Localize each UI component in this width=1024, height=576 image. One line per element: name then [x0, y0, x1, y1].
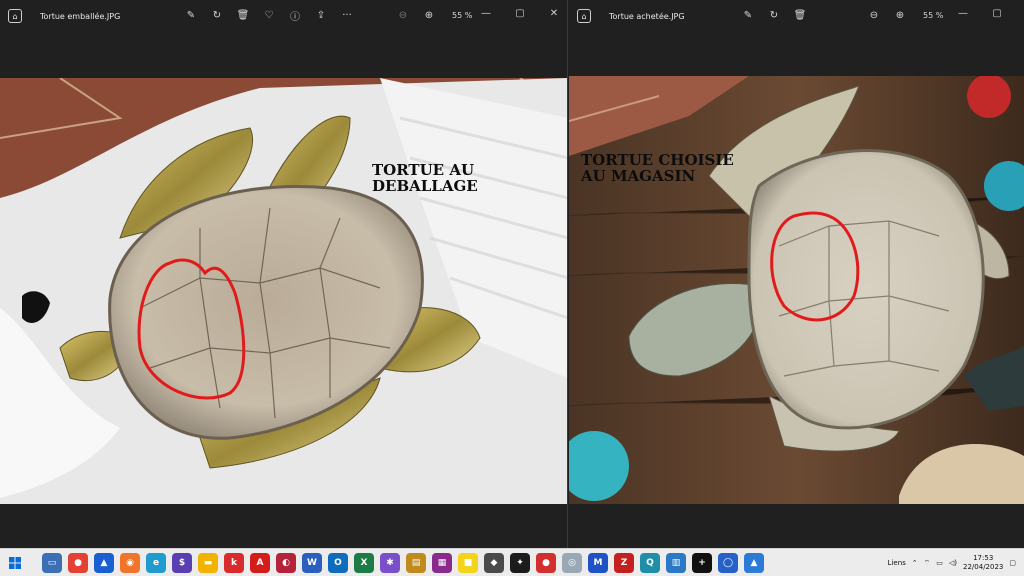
- photos-app-icon: ⌂: [8, 9, 22, 23]
- rotate-icon[interactable]: ↻: [767, 8, 781, 22]
- outlook-icon[interactable]: O: [328, 552, 348, 573]
- delete-icon[interactable]: 🗑: [236, 8, 250, 22]
- edit-icon[interactable]: ✎: [741, 8, 755, 22]
- maximize-icon[interactable]: ▢: [513, 6, 527, 20]
- zoom-in-icon[interactable]: ⊕: [422, 8, 436, 22]
- search-app-icon[interactable]: Q: [640, 552, 660, 573]
- more-icon[interactable]: ···: [340, 8, 354, 22]
- app2-icon[interactable]: ◆: [484, 552, 504, 573]
- volume-icon[interactable]: ◁): [949, 559, 957, 567]
- notification-icon[interactable]: ▢: [1009, 559, 1016, 567]
- notes-icon[interactable]: ▤: [406, 552, 426, 573]
- zoom-level[interactable]: 55 %: [452, 11, 472, 20]
- turtle-photo-left: [0, 78, 567, 504]
- share-icon[interactable]: ⇪: [314, 8, 328, 22]
- photos-icon[interactable]: ▲: [744, 552, 764, 573]
- battery-icon[interactable]: ▭: [936, 559, 943, 567]
- photo-right[interactable]: TORTUE CHOISIE AU MAGASIN: [569, 76, 1024, 504]
- photo-left[interactable]: TORTUE AU DEBALLAGE: [0, 78, 567, 504]
- clock-date: 22/04/2023: [963, 563, 1004, 571]
- system-tray: Liens ⌃ ⌔ ▭ ◁) 17:53 22/04/2023 ▢: [888, 549, 1016, 576]
- window-title: Tortue achetée.JPG: [609, 11, 685, 21]
- photos-app-icon: ⌂: [577, 9, 591, 23]
- app3-icon[interactable]: ◎: [562, 552, 582, 573]
- grid-app-icon[interactable]: ▦: [432, 552, 452, 573]
- title-bar[interactable]: ⌂ Tortue emballée.JPG ✎ ↻ 🗑 ♡ ⓘ ⇪ ··· ⊖ …: [0, 0, 567, 32]
- zoom-out-icon[interactable]: ⊖: [396, 8, 410, 22]
- clock[interactable]: 17:53 22/04/2023: [963, 554, 1003, 572]
- zoom-in-icon[interactable]: ⊕: [893, 8, 907, 22]
- maximize-icon[interactable]: ▢: [990, 6, 1004, 20]
- calculator-icon[interactable]: ▥: [666, 552, 686, 573]
- kobo-icon[interactable]: k: [224, 552, 244, 573]
- pinned-apps: ▭ ● ▲ ◉ e $ ▬ k A ◐ W O X ✱ ▤ ▦ ■ ◆ ✦ ● ◎ M Z Q ▥ + ◯ ▲: [42, 552, 764, 573]
- taskbar: ▭ ● ▲ ◉ e $ ▬ k A ◐ W O X ✱ ▤ ▦ ■ ◆ ✦ ● ◎ M Z Q ▥ + ◯ ▲ Liens ⌃ ⌔ ▭…: [0, 548, 1024, 576]
- windows-logo-icon: [9, 556, 21, 569]
- zoom-controls: ⊖ ⊕ 55 %: [396, 8, 473, 22]
- photos-window-left[interactable]: ⌂ Tortue emballée.JPG ✎ ↻ 🗑 ♡ ⓘ ⇪ ··· ⊖ …: [0, 0, 568, 548]
- window-controls: — ▢: [956, 6, 1004, 20]
- window-title: Tortue emballée.JPG: [40, 11, 121, 21]
- firefox-icon[interactable]: ◉: [120, 552, 140, 573]
- photos-window-right[interactable]: ⌂ Tortue achetée.JPG ✎ ↻ 🗑 ⊖ ⊕ 55 % — ▢: [569, 0, 1024, 548]
- photo-caption: TORTUE AU DEBALLAGE: [372, 161, 478, 195]
- zoom-out-icon[interactable]: ⊖: [867, 8, 881, 22]
- photo-caption: TORTUE CHOISIE AU MAGASIN: [581, 151, 734, 185]
- filezilla-icon[interactable]: Z: [614, 552, 634, 573]
- minimize-icon[interactable]: —: [479, 6, 493, 20]
- chrome-icon[interactable]: ●: [68, 552, 88, 573]
- zoom-level[interactable]: 55 %: [923, 11, 943, 20]
- sticky-notes-icon[interactable]: ■: [458, 552, 478, 573]
- game-icon[interactable]: ✦: [510, 552, 530, 573]
- money-icon[interactable]: $: [172, 552, 192, 573]
- plus-app-icon[interactable]: +: [692, 552, 712, 573]
- network-icon[interactable]: ⌔: [924, 559, 931, 568]
- acrobat-icon[interactable]: A: [250, 552, 270, 573]
- show-hidden-icons-icon[interactable]: ⌃: [912, 559, 918, 567]
- title-bar[interactable]: ⌂ Tortue achetée.JPG ✎ ↻ 🗑 ⊖ ⊕ 55 % — ▢: [569, 0, 1024, 32]
- start-button[interactable]: [0, 549, 30, 576]
- info-icon[interactable]: ⓘ: [288, 8, 302, 23]
- rotate-icon[interactable]: ↻: [210, 8, 224, 22]
- desktop: ⌂ Tortue emballée.JPG ✎ ↻ 🗑 ♡ ⓘ ⇪ ··· ⊖ …: [0, 0, 1024, 576]
- delete-icon[interactable]: 🗑: [793, 8, 807, 22]
- toolbar: ✎ ↻ 🗑 ♡ ⓘ ⇪ ···: [184, 8, 354, 23]
- turtle-photo-right: [569, 76, 1024, 504]
- app-icon[interactable]: ◐: [276, 552, 296, 573]
- toolbar: ✎ ↻ 🗑: [741, 8, 807, 22]
- window-controls: — ▢ ✕: [479, 6, 561, 20]
- zoom-controls: ⊖ ⊕ 55 %: [867, 8, 944, 22]
- puzzle-icon[interactable]: ✱: [380, 552, 400, 573]
- task-view-icon[interactable]: ▭: [42, 552, 62, 573]
- excel-icon[interactable]: X: [354, 552, 374, 573]
- circle-app-icon[interactable]: ◯: [718, 552, 738, 573]
- record-icon[interactable]: ●: [536, 552, 556, 573]
- edit-icon[interactable]: ✎: [184, 8, 198, 22]
- minimize-icon[interactable]: —: [956, 6, 970, 20]
- clock-time: 17:53: [973, 554, 994, 562]
- word-icon[interactable]: W: [302, 552, 322, 573]
- file-explorer-icon[interactable]: ▬: [198, 552, 218, 573]
- edge-icon[interactable]: e: [146, 552, 166, 573]
- arc-icon[interactable]: ▲: [94, 552, 114, 573]
- favorite-icon[interactable]: ♡: [262, 8, 276, 22]
- links-toolbar[interactable]: Liens: [888, 559, 906, 567]
- m-app-icon[interactable]: M: [588, 552, 608, 573]
- close-icon[interactable]: ✕: [547, 6, 561, 20]
